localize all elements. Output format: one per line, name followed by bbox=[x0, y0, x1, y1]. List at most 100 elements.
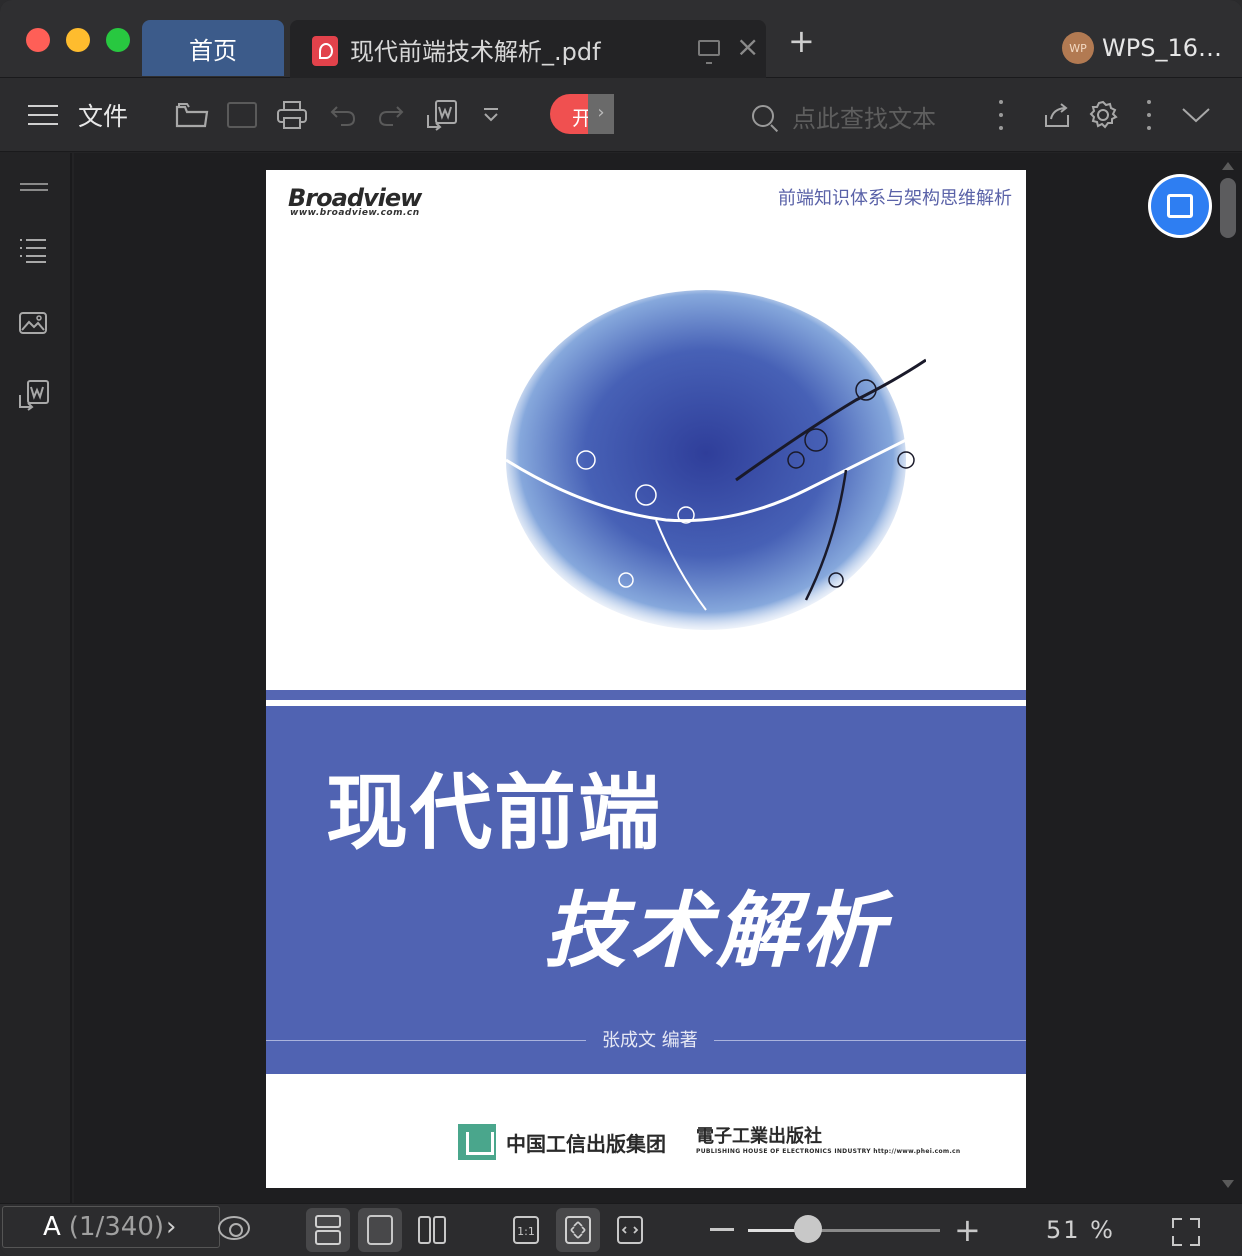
search-input[interactable]: 点此查找文本 bbox=[752, 96, 972, 136]
two-page-icon bbox=[418, 1216, 446, 1244]
publisher-house-name: 電子工業出版社 bbox=[696, 1126, 822, 1147]
chevron-down-icon bbox=[484, 108, 498, 122]
fit-page-button[interactable] bbox=[556, 1208, 600, 1252]
search-icon bbox=[752, 105, 774, 127]
save-icon bbox=[227, 102, 257, 128]
gear-icon bbox=[1089, 100, 1118, 129]
list-icon bbox=[20, 239, 46, 263]
share-icon bbox=[1045, 103, 1069, 127]
publisher-url: www.broadview.com.cn bbox=[290, 208, 420, 218]
printer-icon bbox=[277, 101, 307, 129]
collapse-toolbar-button[interactable] bbox=[1178, 78, 1214, 152]
handle-icon bbox=[20, 183, 48, 191]
zoom-out-button[interactable] bbox=[710, 1228, 734, 1231]
scroll-up-arrow[interactable] bbox=[1222, 162, 1234, 170]
ink-blossom-illustration bbox=[506, 290, 926, 630]
convert-word-icon bbox=[19, 380, 49, 411]
new-tab-button[interactable]: + bbox=[788, 25, 815, 57]
continuous-scroll-button[interactable] bbox=[306, 1208, 350, 1252]
close-window-button[interactable] bbox=[26, 28, 50, 52]
svg-text:1:1: 1:1 bbox=[517, 1225, 535, 1238]
vertical-scrollbar[interactable] bbox=[1220, 178, 1236, 238]
close-tab-icon[interactable]: × bbox=[736, 32, 759, 62]
search-placeholder: 点此查找文本 bbox=[792, 104, 936, 133]
fit-width-button[interactable] bbox=[608, 1208, 652, 1252]
file-menu-button[interactable]: 文件 bbox=[28, 78, 158, 152]
hamburger-icon bbox=[28, 105, 58, 125]
page-navigator[interactable]: A (1/340) › bbox=[2, 1206, 220, 1248]
pdf-file-icon bbox=[312, 36, 338, 66]
publisher-house: 電子工業出版社 PUBLISHING HOUSE OF ELECTRONICS … bbox=[696, 1122, 960, 1155]
more-tools-dropdown[interactable] bbox=[478, 78, 504, 152]
save-button[interactable] bbox=[224, 78, 260, 152]
maximize-window-button[interactable] bbox=[106, 28, 130, 52]
page-indicator: (1/340) bbox=[68, 1212, 165, 1242]
zoom-level[interactable]: 51 % bbox=[1046, 1216, 1115, 1244]
convert-word-icon bbox=[427, 100, 457, 131]
tab-bar: 首页 现代前端技术解析_.pdf × + WP WPS_16… bbox=[0, 0, 1242, 78]
sidebar-item-convert[interactable] bbox=[18, 379, 50, 411]
publisher-group: 中国工信出版集团 bbox=[458, 1124, 666, 1160]
pill-arrow: › bbox=[588, 94, 614, 134]
monitor-icon[interactable] bbox=[698, 40, 720, 64]
actual-size-icon: 1:1 bbox=[513, 1216, 539, 1244]
pdf-page[interactable]: Broadview www.broadview.com.cn 前端知识体系与架构… bbox=[266, 170, 1026, 1188]
settings-button[interactable] bbox=[1086, 78, 1120, 152]
book-author: 张成文 编著 bbox=[586, 1026, 714, 1052]
fit-width-icon bbox=[617, 1216, 643, 1244]
user-name: WPS_16… bbox=[1102, 34, 1222, 62]
title-band: 现代前端 技术解析 张成文 编著 bbox=[266, 706, 1026, 1074]
actual-size-button[interactable]: 1:1 bbox=[504, 1208, 548, 1252]
file-menu-label: 文件 bbox=[78, 102, 129, 131]
fullscreen-icon[interactable] bbox=[1172, 1218, 1200, 1246]
undo-button[interactable] bbox=[326, 78, 360, 152]
single-page-icon bbox=[367, 1215, 393, 1245]
single-page-button[interactable] bbox=[358, 1208, 402, 1252]
scroll-down-arrow[interactable] bbox=[1222, 1180, 1234, 1188]
book-subtitle: 前端知识体系与架构思维解析 bbox=[778, 188, 1012, 209]
toolbar-overflow-icon[interactable] bbox=[998, 100, 1004, 130]
next-page-icon[interactable]: › bbox=[166, 1212, 176, 1242]
eye-icon[interactable] bbox=[218, 1216, 250, 1240]
status-bar: A (1/340) › 1:1 + 51 % bbox=[0, 1203, 1242, 1256]
sidebar-item-outline[interactable] bbox=[18, 237, 50, 267]
convert-icon bbox=[1167, 194, 1193, 218]
zoom-in-button[interactable]: + bbox=[954, 1214, 981, 1246]
publisher-house-en: PUBLISHING HOUSE OF ELECTRONICS INDUSTRY… bbox=[696, 1148, 961, 1155]
minimize-window-button[interactable] bbox=[66, 28, 90, 52]
avatar: WP bbox=[1062, 32, 1094, 64]
tab-document-title: 现代前端技术解析_.pdf bbox=[350, 38, 601, 66]
redo-button[interactable] bbox=[374, 78, 408, 152]
chevron-down-icon bbox=[1182, 108, 1210, 123]
tab-document[interactable]: 现代前端技术解析_.pdf × bbox=[290, 20, 766, 78]
publisher-group-logo bbox=[458, 1124, 496, 1160]
two-page-button[interactable] bbox=[410, 1208, 454, 1252]
zoom-slider-handle[interactable] bbox=[793, 1215, 822, 1243]
user-account[interactable]: WP WPS_16… bbox=[1062, 32, 1222, 64]
tab-home-label: 首页 bbox=[189, 36, 237, 65]
sidebar-item-thumbnails[interactable] bbox=[18, 309, 50, 339]
app-window: 首页 现代前端技术解析_.pdf × + WP WPS_16… 文件 开 › 点… bbox=[0, 0, 1242, 1256]
undo-icon bbox=[330, 106, 356, 126]
open-folder-button[interactable] bbox=[174, 78, 210, 152]
print-button[interactable] bbox=[274, 78, 310, 152]
convert-floating-button[interactable] bbox=[1148, 174, 1212, 238]
sidebar-collapse-handle[interactable] bbox=[18, 177, 50, 207]
tab-home[interactable]: 首页 bbox=[142, 20, 284, 76]
redo-icon bbox=[378, 106, 404, 126]
feature-toggle-pill[interactable]: 开 › bbox=[550, 94, 614, 134]
publisher-group-name: 中国工信出版集团 bbox=[506, 1131, 666, 1156]
book-title-line1: 现代前端 bbox=[326, 765, 663, 861]
share-button[interactable] bbox=[1040, 78, 1074, 152]
convert-to-word-button[interactable] bbox=[424, 78, 460, 152]
cover-divider bbox=[266, 690, 1026, 700]
image-icon bbox=[19, 312, 47, 334]
continuous-page-icon bbox=[315, 1215, 341, 1245]
fit-page-icon bbox=[565, 1216, 591, 1244]
toolbar: 文件 开 › 点此查找文本 bbox=[0, 78, 1242, 152]
page-prefix: A bbox=[43, 1212, 61, 1242]
folder-icon bbox=[175, 103, 209, 128]
left-sidebar bbox=[0, 153, 72, 1203]
book-title-line2: 技术解析 bbox=[544, 883, 888, 979]
more-options-icon[interactable] bbox=[1146, 100, 1152, 130]
